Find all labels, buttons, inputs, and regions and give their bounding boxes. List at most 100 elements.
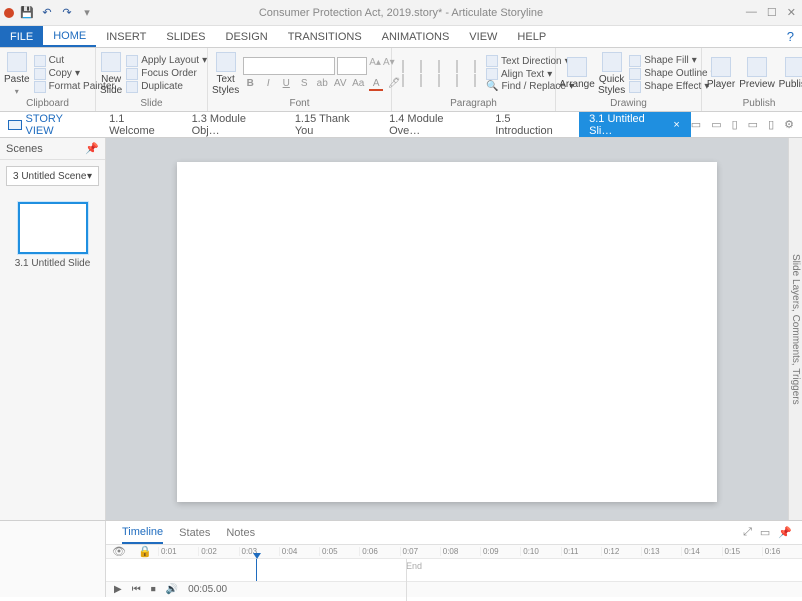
save-icon[interactable]: 💾: [20, 6, 34, 20]
notes-tab[interactable]: Notes: [226, 523, 255, 543]
publish-button[interactable]: Publish: [778, 50, 802, 97]
slide-tab[interactable]: 1.5 Introduction: [485, 112, 579, 137]
publish-label: Publish: [706, 97, 802, 111]
underline-button[interactable]: U: [279, 78, 293, 91]
player-button[interactable]: Player: [706, 50, 736, 97]
timeline-end-marker[interactable]: End: [406, 561, 422, 571]
case-button[interactable]: Aa: [351, 78, 365, 91]
stop-button[interactable]: ⏹: [151, 584, 156, 595]
tab-slides[interactable]: SLIDES: [156, 26, 215, 47]
tab-home[interactable]: HOME: [43, 26, 96, 47]
focus-order-button[interactable]: Focus Order: [126, 68, 207, 80]
slide-tab[interactable]: 1.1 Welcome: [99, 112, 181, 137]
settings-icon[interactable]: ⚙: [784, 118, 794, 131]
font-color-button[interactable]: A: [369, 78, 383, 91]
timeline-volume-icon[interactable]: 🔊: [166, 584, 178, 595]
side-panel-collapsed[interactable]: Slide Layers, Comments, Triggers: [788, 138, 802, 520]
slide-thumbnail[interactable]: [18, 202, 88, 254]
close-button[interactable]: ✕: [787, 6, 796, 19]
timeline-undock-icon[interactable]: ▭: [760, 526, 770, 539]
duplicate-icon: [126, 81, 138, 93]
shadow-button[interactable]: ab: [315, 78, 329, 91]
new-slide-button[interactable]: New Slide: [100, 50, 122, 97]
tab-transitions[interactable]: TRANSITIONS: [278, 26, 372, 47]
cut-icon: [34, 55, 46, 67]
playhead[interactable]: [256, 559, 257, 581]
paste-button[interactable]: Paste ▾: [4, 50, 30, 97]
main-area: Scenes 📌 3 Untitled Scene ▾ 3.1 Untitled…: [0, 138, 802, 520]
qat-more-icon[interactable]: ▾: [80, 6, 94, 20]
arrange-button[interactable]: Arrange: [560, 50, 594, 97]
redo-icon[interactable]: ↷: [60, 6, 74, 20]
apply-layout-button[interactable]: Apply Layout ▾: [126, 55, 207, 67]
lock-column-icon[interactable]: 🔒: [132, 545, 158, 558]
tablet-landscape-icon[interactable]: ▭: [711, 118, 721, 131]
bullets-button[interactable]: [396, 61, 410, 72]
scene-select[interactable]: 3 Untitled Scene ▾: [6, 166, 99, 186]
maximize-button[interactable]: ☐: [767, 6, 777, 19]
menu-tabs: FILE HOME INSERT SLIDES DESIGN TRANSITIO…: [0, 26, 802, 48]
focus-icon: [126, 68, 138, 80]
justify-button[interactable]: [450, 75, 464, 86]
strike-button[interactable]: S: [297, 78, 311, 91]
format-painter-icon: [34, 81, 46, 93]
tab-view[interactable]: VIEW: [459, 26, 507, 47]
phone-portrait-icon[interactable]: ▯: [768, 118, 774, 131]
tab-close-icon[interactable]: ×: [673, 119, 679, 131]
group-paragraph: Text Direction ▾ Align Text ▾ 🔍Find / Re…: [392, 48, 556, 111]
tab-design[interactable]: DESIGN: [216, 26, 278, 47]
group-slide: New Slide Apply Layout ▾ Focus Order Dup…: [96, 48, 208, 111]
timeline-zoom-icon[interactable]: ⤢: [743, 526, 752, 539]
ribbon: Paste ▾ Cut Copy ▾ Format Painter Clipbo…: [0, 48, 802, 112]
text-styles-button[interactable]: Text Styles: [212, 50, 239, 97]
timeline-track-area[interactable]: End: [106, 559, 802, 581]
bold-button[interactable]: B: [243, 78, 257, 91]
window-title: Consumer Protection Act, 2019.story* - A…: [0, 7, 802, 19]
story-view-button[interactable]: STORY VIEW: [0, 113, 99, 137]
line-spacing-button[interactable]: [468, 61, 482, 72]
timeline-pin-icon[interactable]: 📌: [778, 526, 792, 539]
outdent-button[interactable]: [432, 61, 446, 72]
tab-help[interactable]: HELP: [507, 26, 556, 47]
phone-landscape-icon[interactable]: ▭: [748, 118, 758, 131]
grow-font-icon[interactable]: A▴: [369, 57, 381, 75]
numbering-button[interactable]: [414, 61, 428, 72]
slide-surface[interactable]: [177, 162, 717, 502]
tab-insert[interactable]: INSERT: [96, 26, 156, 47]
minimize-button[interactable]: —: [746, 6, 757, 19]
align-left-button[interactable]: [396, 75, 410, 86]
font-size-select[interactable]: [337, 57, 367, 75]
columns-button[interactable]: [468, 75, 482, 86]
tab-file[interactable]: FILE: [0, 26, 43, 47]
title-bar: 💾 ↶ ↷ ▾ Consumer Protection Act, 2019.st…: [0, 0, 802, 26]
canvas[interactable]: [106, 138, 788, 520]
font-family-select[interactable]: [243, 57, 335, 75]
indent-button[interactable]: [450, 61, 464, 72]
tablet-portrait-icon[interactable]: ▯: [732, 118, 738, 131]
quick-styles-button[interactable]: Quick Styles: [598, 50, 625, 97]
help-icon[interactable]: ?: [779, 26, 802, 47]
align-right-button[interactable]: [432, 75, 446, 86]
device-view-icons: ▭ ▭ ▯ ▭ ▯ ⚙: [691, 118, 802, 131]
preview-button[interactable]: Preview: [740, 50, 774, 97]
scenes-title: Scenes: [6, 143, 43, 155]
spacing-button[interactable]: AV: [333, 78, 347, 91]
group-font: Text Styles A▴ A▾ B I U S ab AV Aa A: [208, 48, 392, 111]
undo-icon[interactable]: ↶: [40, 6, 54, 20]
duplicate-button[interactable]: Duplicate: [126, 81, 207, 93]
slide-tab[interactable]: 1.15 Thank You: [285, 112, 379, 137]
visibility-column-icon[interactable]: 👁: [106, 545, 132, 558]
italic-button[interactable]: I: [261, 78, 275, 91]
slide-tab-active[interactable]: 3.1 Untitled Sli… ×: [579, 112, 691, 137]
timeline-tab[interactable]: Timeline: [122, 522, 163, 544]
play-button[interactable]: ▶: [114, 584, 122, 595]
timeline-duration: 00:05.00: [188, 584, 227, 595]
desktop-view-icon[interactable]: ▭: [691, 118, 701, 131]
slide-tab[interactable]: 1.3 Module Obj…: [182, 112, 285, 137]
rewind-button[interactable]: ⏮: [132, 584, 141, 595]
align-center-button[interactable]: [414, 75, 428, 86]
states-tab[interactable]: States: [179, 523, 210, 543]
pin-icon[interactable]: 📌: [85, 142, 99, 155]
tab-animations[interactable]: ANIMATIONS: [372, 26, 460, 47]
slide-tab[interactable]: 1.4 Module Ove…: [379, 112, 485, 137]
